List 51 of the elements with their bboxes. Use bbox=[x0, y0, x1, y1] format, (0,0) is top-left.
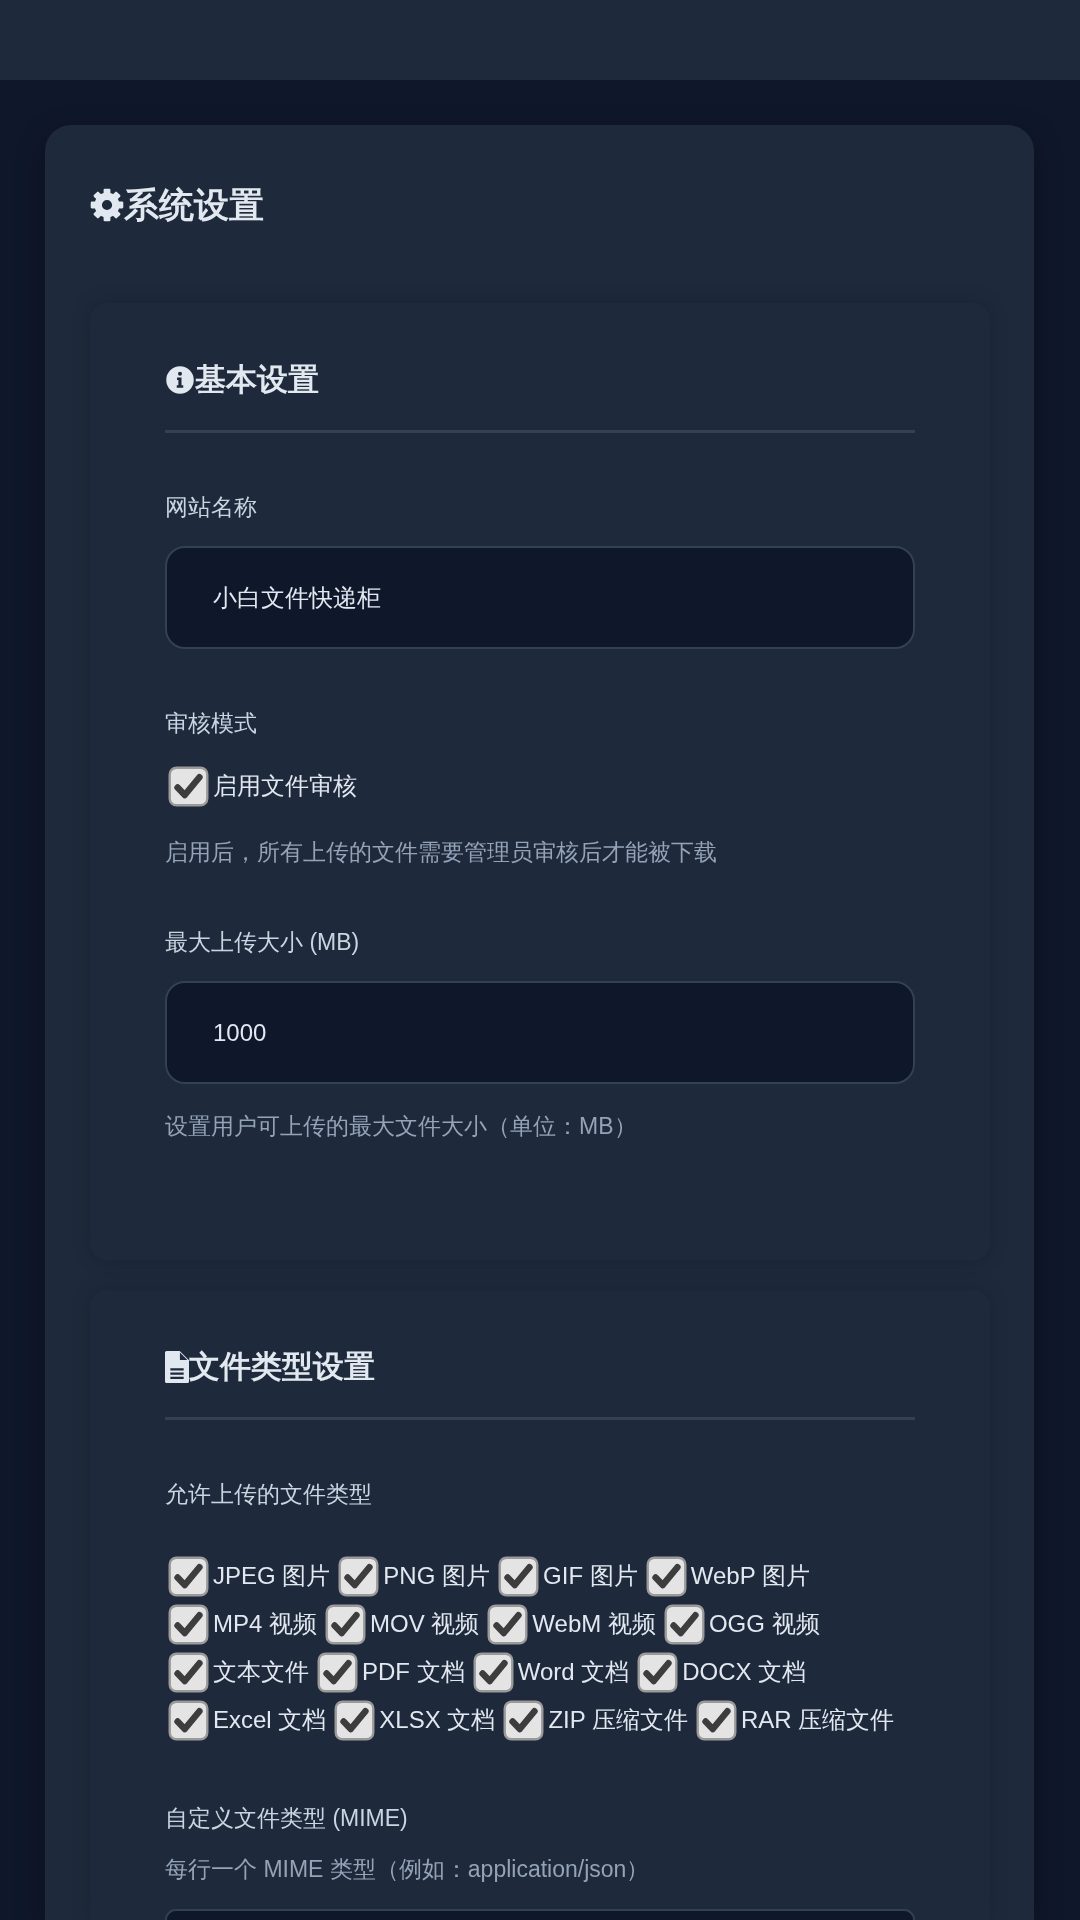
checkbox-label[interactable]: OGG 视频 bbox=[708, 1609, 820, 1639]
textarea-field[interactable] bbox=[165, 1909, 915, 1920]
checkbox-label[interactable]: RAR 压缩文件 bbox=[741, 1705, 895, 1735]
checkbox-label[interactable]: MOV 视频 bbox=[370, 1609, 480, 1639]
checkbox-label[interactable]: 文本文件 bbox=[213, 1657, 309, 1687]
text-input[interactable]: 小白文件快递柜 bbox=[165, 546, 915, 649]
checkbox[interactable] bbox=[696, 1699, 737, 1741]
checkbox[interactable] bbox=[168, 1603, 209, 1645]
checkbox[interactable] bbox=[503, 1699, 545, 1741]
field-label: 网站名称 bbox=[165, 493, 257, 522]
checkbox-label[interactable]: WebP 图片 bbox=[690, 1561, 810, 1591]
section-title: 文件类型设置 bbox=[189, 1348, 375, 1386]
page-title: 系统设置 bbox=[124, 184, 264, 226]
hint-text: 设置用户可上传的最大文件大小（单位：MB） bbox=[165, 1112, 637, 1141]
checkbox[interactable] bbox=[663, 1603, 705, 1645]
info-icon bbox=[165, 365, 195, 395]
checkbox-label[interactable]: JPEG 图片 bbox=[213, 1561, 331, 1591]
checkbox[interactable] bbox=[338, 1555, 380, 1597]
checkbox-label[interactable]: 启用文件审核 bbox=[213, 771, 357, 801]
field-label: 自定义文件类型 (MIME) bbox=[165, 1804, 408, 1833]
checkbox[interactable] bbox=[317, 1651, 358, 1693]
checkbox[interactable] bbox=[168, 765, 209, 807]
checkbox[interactable] bbox=[498, 1555, 540, 1597]
field-label: 审核模式 bbox=[165, 709, 257, 738]
checkbox[interactable] bbox=[487, 1603, 529, 1645]
checkbox-label[interactable]: MP4 视频 bbox=[213, 1609, 317, 1639]
checkbox[interactable] bbox=[645, 1555, 687, 1597]
hint-text: 每行一个 MIME 类型（例如：application/json） bbox=[165, 1855, 650, 1884]
checkbox-label[interactable]: PNG 图片 bbox=[383, 1561, 491, 1591]
checkbox-label[interactable]: XLSX 文档 bbox=[379, 1705, 496, 1735]
checkbox[interactable] bbox=[168, 1555, 209, 1597]
checkbox[interactable] bbox=[168, 1651, 209, 1693]
checkbox[interactable] bbox=[472, 1651, 514, 1693]
field-label: 最大上传大小 (MB) bbox=[165, 928, 360, 957]
checkbox[interactable] bbox=[334, 1699, 376, 1741]
checkbox-label[interactable]: PDF 文档 bbox=[362, 1657, 465, 1687]
checkbox-label[interactable]: WebM 视频 bbox=[532, 1609, 656, 1639]
hint-text: 启用后，所有上传的文件需要管理员审核后才能被下载 bbox=[165, 838, 717, 867]
gear-icon bbox=[90, 188, 124, 222]
checkbox[interactable] bbox=[325, 1603, 366, 1645]
checkbox-label[interactable]: ZIP 压缩文件 bbox=[548, 1705, 688, 1735]
checkbox[interactable] bbox=[637, 1651, 679, 1693]
checkbox-label[interactable]: Excel 文档 bbox=[213, 1705, 327, 1735]
document-icon bbox=[165, 1351, 189, 1383]
field-label: 允许上传的文件类型 bbox=[165, 1480, 372, 1509]
checkbox[interactable] bbox=[168, 1699, 209, 1741]
checkbox-label[interactable]: DOCX 文档 bbox=[682, 1657, 807, 1687]
section-title: 基本设置 bbox=[195, 361, 319, 399]
checkbox-label[interactable]: Word 文档 bbox=[517, 1657, 630, 1687]
checkbox-label[interactable]: GIF 图片 bbox=[543, 1561, 638, 1591]
text-input[interactable]: 1000 bbox=[165, 981, 915, 1084]
